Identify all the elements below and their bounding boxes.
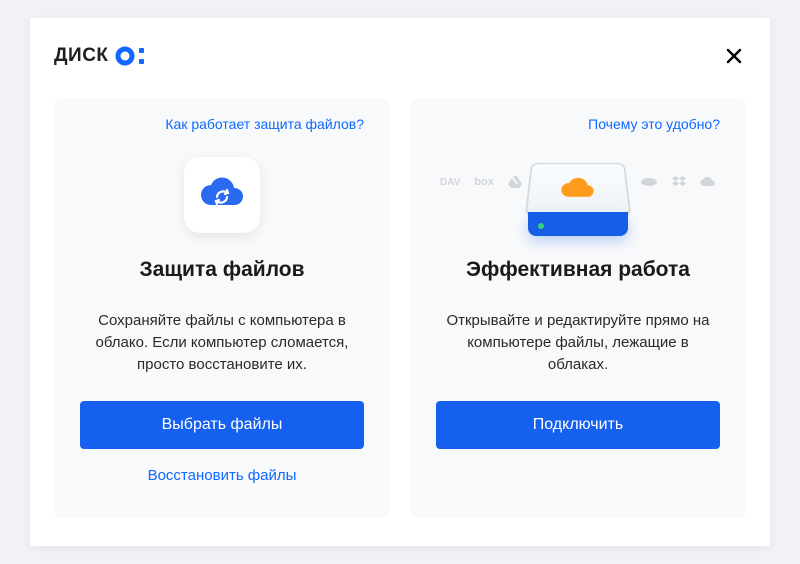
help-link-protect[interactable]: Как работает защита файлов? xyxy=(165,116,364,132)
card-desc-protect: Сохраняйте файлы с компьютера в облако. … xyxy=(80,310,364,375)
close-icon xyxy=(726,48,742,64)
app-window: ДИСК Как работает защита файлов? xyxy=(30,18,770,546)
connect-button[interactable]: Подключить xyxy=(436,401,720,449)
logo-text: ДИСК xyxy=(54,45,109,67)
provider-yadisk-icon xyxy=(640,177,658,187)
card-title-protect: Защита файлов xyxy=(80,258,364,282)
illustration-cloud xyxy=(80,140,364,250)
card-title-work: Эффективная работа xyxy=(436,258,720,282)
logo: ДИСК xyxy=(54,45,149,67)
illustration-drive: DAV box xyxy=(436,140,720,250)
card-effective-work: Почему это удобно? DAV box xyxy=(410,98,746,518)
card-desc-work: Открывайте и редактируйте прямо на компь… xyxy=(436,310,720,375)
logo-o-icon xyxy=(115,46,149,66)
provider-onedrive-icon xyxy=(700,177,716,187)
provider-dav-icon: DAV xyxy=(440,177,460,188)
select-files-button[interactable]: Выбрать файлы xyxy=(80,401,364,449)
close-button[interactable] xyxy=(722,44,746,68)
cloud-sync-icon xyxy=(184,157,260,233)
restore-files-link[interactable]: Восстановить файлы xyxy=(80,467,364,484)
hard-drive-icon xyxy=(518,150,638,240)
help-link-work[interactable]: Почему это удобно? xyxy=(588,116,720,132)
provider-box-icon: box xyxy=(474,176,494,188)
header: ДИСК xyxy=(54,38,746,74)
cards-row: Как работает защита файлов? Защита файл xyxy=(54,98,746,518)
card-protect-files: Как работает защита файлов? Защита файл xyxy=(54,98,390,518)
provider-dropbox-icon xyxy=(672,176,686,188)
